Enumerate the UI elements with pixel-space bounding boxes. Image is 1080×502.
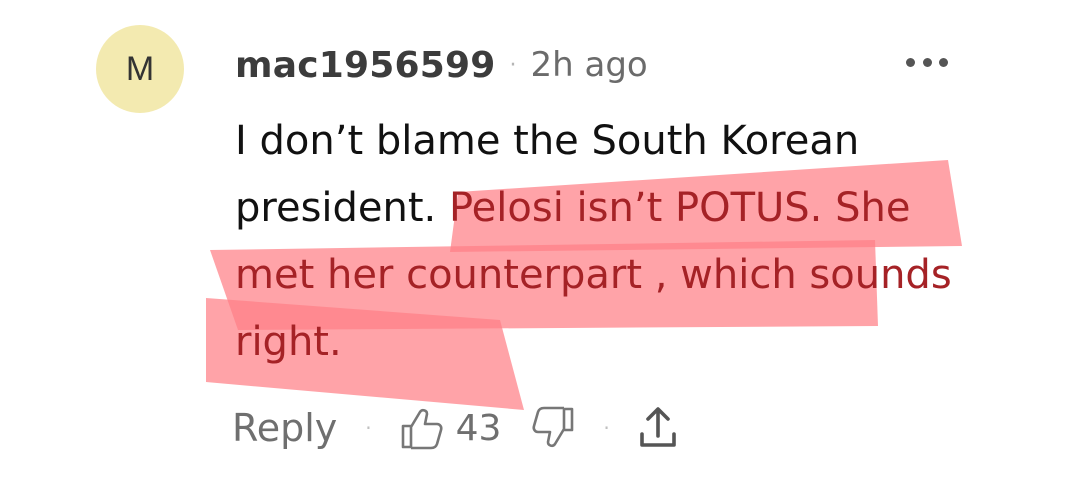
share-icon[interactable] [638, 406, 678, 450]
reply-button[interactable]: Reply [232, 406, 337, 450]
actions-separator-2: · [603, 416, 610, 440]
comment-actions: Reply · 43 · [232, 398, 678, 458]
thumbs-down-icon[interactable] [529, 406, 575, 450]
like-count: 43 [455, 407, 502, 449]
comment-body: I don’t blame the South Korean president… [235, 108, 995, 376]
thumbs-up-icon[interactable] [400, 406, 446, 450]
actions-separator: · [365, 416, 372, 440]
